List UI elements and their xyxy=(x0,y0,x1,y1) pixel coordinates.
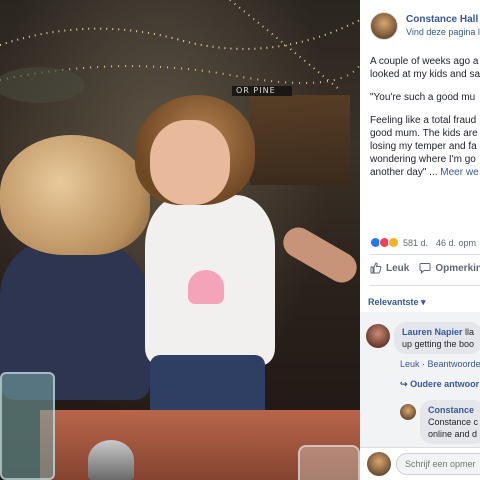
reply-avatar[interactable] xyxy=(400,404,416,420)
post-body: A couple of weeks ago a looked at my kid… xyxy=(370,55,480,179)
user-avatar xyxy=(367,452,391,476)
divider xyxy=(370,254,480,255)
reply-text: online and d xyxy=(428,429,478,439)
post-line: good mum. The kids are xyxy=(370,128,478,139)
post-line: A couple of weeks ago a xyxy=(370,56,479,67)
page-avatar[interactable] xyxy=(370,12,398,40)
post-panel: Constance Hall Vind deze pagina l A coup… xyxy=(360,0,480,480)
salt-shaker xyxy=(88,440,134,480)
view-replies-link[interactable]: ↪ Oudere antwoor xyxy=(400,379,479,390)
comment-like-link[interactable]: Leuk xyxy=(400,359,420,369)
bar-shelf xyxy=(250,95,350,185)
post-line: looked at my kids and sa xyxy=(370,69,480,80)
reactions-bar[interactable]: 581 d. 46 d. opm xyxy=(370,237,476,248)
write-comment-input[interactable] xyxy=(396,453,480,475)
see-more-link[interactable]: Meer we xyxy=(440,167,478,178)
comment-reply-link[interactable]: Beantwoorde xyxy=(428,359,480,369)
comment-text: up getting the boo xyxy=(402,339,475,349)
post-line-last: another day" ... Meer we xyxy=(370,167,479,178)
comment-meta: Leuk · Beantwoorde xyxy=(400,359,480,369)
caret-down-icon: ▾ xyxy=(421,297,426,307)
page-name-link[interactable]: Constance Hall xyxy=(406,14,478,25)
bar-sign: OR PINE xyxy=(232,86,292,96)
thumbs-up-icon xyxy=(370,262,382,274)
post-line: another day" xyxy=(370,167,427,178)
haha-reaction-icon xyxy=(388,237,399,248)
comment-label: Opmerkin xyxy=(435,262,480,274)
sort-label: Relevantste xyxy=(368,297,419,307)
comments-list: Lauren Napier lla up getting the boo Leu… xyxy=(360,312,480,447)
child-right-face xyxy=(150,120,230,205)
post-line: Feeling like a total fraud xyxy=(370,115,477,126)
comment-bubble: Lauren Napier lla up getting the boo xyxy=(394,322,480,354)
post-header: Constance Hall Vind deze pagina l xyxy=(360,0,480,44)
child-left-hair xyxy=(0,135,150,255)
like-label: Leuk xyxy=(386,262,410,274)
comment-sort-dropdown[interactable]: Relevantste ▾ xyxy=(368,297,426,308)
replies-label: Oudere antwoor xyxy=(410,379,480,389)
comment-text: lla xyxy=(465,327,475,337)
child-arm xyxy=(277,222,360,288)
action-bar: Leuk Opmerkin xyxy=(370,262,480,274)
like-button[interactable]: Leuk xyxy=(370,262,409,274)
divider xyxy=(370,285,480,286)
cupcake-print xyxy=(188,270,224,304)
post-line: losing my temper and fa xyxy=(370,141,477,152)
reaction-count[interactable]: 581 d. xyxy=(403,238,428,248)
reply-author-link[interactable]: Constance xyxy=(428,404,478,416)
post-photo[interactable]: OR PINE xyxy=(0,0,360,480)
comment-icon xyxy=(419,263,431,274)
comment-composer xyxy=(360,447,480,480)
commenter-avatar[interactable] xyxy=(366,324,390,348)
post-line: "You're such a good mu xyxy=(370,92,476,103)
reply-arrow-icon: ↪ xyxy=(400,379,408,389)
find-page-link[interactable]: Vind deze pagina l xyxy=(406,27,480,37)
comment-author-link[interactable]: Lauren Napier xyxy=(402,327,463,337)
reply-bubble: Constance Constance c online and d xyxy=(420,400,480,444)
comment-button[interactable]: Opmerkin xyxy=(419,262,480,274)
post-line: wondering where I'm go xyxy=(370,154,476,165)
comment-count[interactable]: 46 d. opm xyxy=(436,238,476,248)
water-glass xyxy=(0,372,55,480)
drink-glass xyxy=(298,445,360,480)
reply-text: Constance c xyxy=(428,417,479,427)
